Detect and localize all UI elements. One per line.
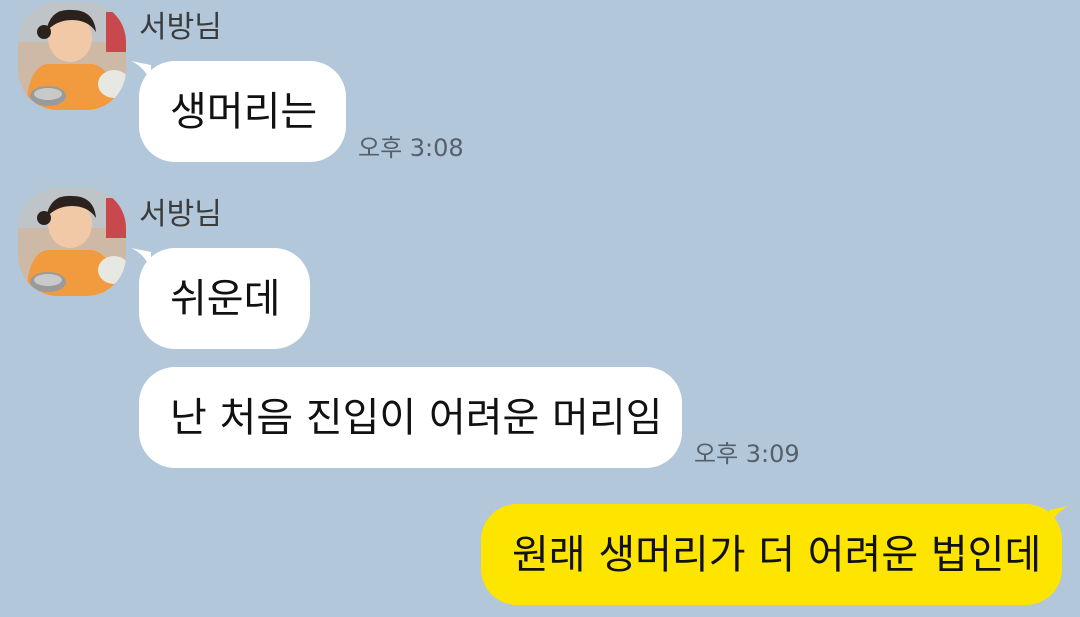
sender-avatar[interactable] — [18, 2, 126, 110]
message-bubble[interactable]: 쉬운데 — [139, 248, 310, 349]
child-photo-icon — [18, 188, 126, 296]
message-time: 오후 3:09 — [694, 440, 800, 468]
message-text: 원래 생머리가 더 어려운 법인데 — [512, 531, 1042, 578]
message-bubble[interactable]: 생머리는 — [139, 61, 346, 162]
chat-area: 서방님 생머리는 오후 3:08 서방님 쉬운데 난 처음 진입이 어려운 머리… — [0, 0, 1080, 617]
message-bubble[interactable]: 난 처음 진입이 어려운 머리임 — [139, 367, 682, 468]
message-text: 쉬운데 — [170, 275, 281, 322]
sender-name: 서방님 — [139, 197, 222, 232]
child-photo-icon — [18, 2, 126, 110]
message-text: 생머리는 — [170, 88, 318, 135]
message-time: 오후 3:08 — [358, 134, 464, 162]
sender-avatar[interactable] — [18, 188, 126, 296]
sender-name: 서방님 — [139, 10, 222, 45]
my-message-bubble[interactable]: 원래 생머리가 더 어려운 법인데 — [481, 504, 1062, 605]
message-text: 난 처음 진입이 어려운 머리임 — [170, 394, 663, 441]
